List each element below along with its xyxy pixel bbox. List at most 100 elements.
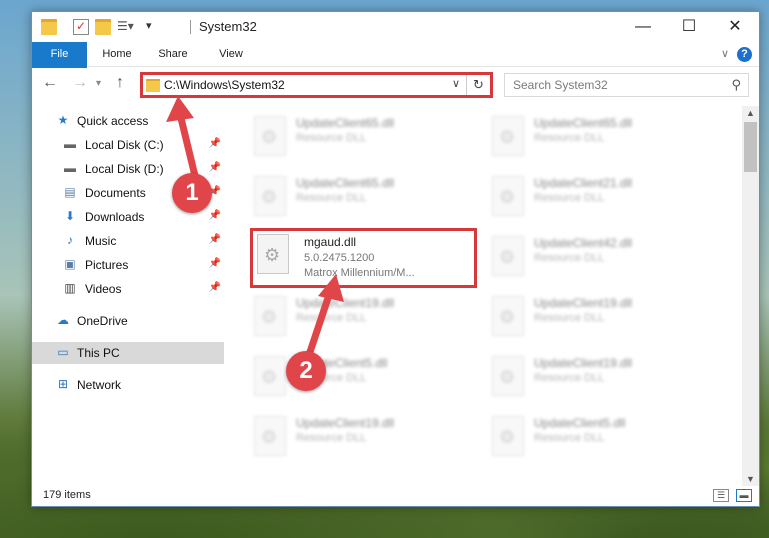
step-1-marker: 1 (172, 173, 212, 213)
tab-view[interactable]: View (208, 42, 254, 67)
scroll-down-icon[interactable]: ▼ (742, 474, 759, 484)
dll-file-icon (492, 356, 524, 396)
sidebar-item-label: This PC (77, 346, 120, 360)
chevron-down-icon[interactable]: ▾ (146, 19, 162, 35)
file-description: Resource DLL (296, 192, 367, 204)
file-name: mgaud.dll (304, 235, 357, 249)
refresh-icon[interactable]: ↻ (466, 75, 490, 95)
item-count: 179 items (43, 489, 91, 501)
list-item[interactable]: UpdateClient19.dll Resource DLL (242, 290, 462, 344)
list-item[interactable]: UpdateClient19.dll Resource DLL (480, 350, 700, 404)
up-arrow-icon[interactable]: ↑ (116, 74, 124, 92)
list-item[interactable]: UpdateClient19.dll Resource DLL (242, 410, 462, 464)
customize-toolbar-icon[interactable]: ☰▾ (117, 19, 134, 35)
details-view-icon[interactable]: ☰ (713, 489, 729, 502)
pictures-icon: ▣ (64, 257, 76, 271)
folder-icon (41, 19, 57, 35)
pin-icon[interactable]: 📌 (209, 282, 221, 293)
network-icon: ⊞ (57, 377, 69, 391)
sidebar-item-quick-access[interactable]: ★ Quick access (32, 110, 224, 132)
close-button[interactable]: ✕ (712, 12, 758, 42)
properties-icon[interactable]: ✓ (73, 19, 89, 35)
address-row: ← → ▾ ↑ C:\Windows\System32 ∨ ↻ Search S… (32, 68, 759, 102)
tab-home[interactable]: Home (94, 42, 140, 67)
list-item[interactable]: UpdateClient5.dll Resource DLL (242, 350, 462, 404)
scroll-up-icon[interactable]: ▲ (742, 108, 759, 118)
sidebar-item-network[interactable]: ⊞ Network (32, 374, 224, 396)
window-title: System32 (199, 19, 257, 34)
sidebar-item-videos[interactable]: ▥ Videos 📌 (32, 278, 224, 300)
file-name: UpdateClient5.dll (534, 416, 626, 430)
vertical-scrollbar[interactable]: ▲ ▼ (742, 106, 759, 486)
dll-file-icon (492, 296, 524, 336)
file-description: Resource DLL (534, 372, 605, 384)
pin-icon[interactable]: 📌 (209, 258, 221, 269)
status-bar: 179 items ☰ ▬ (32, 486, 759, 507)
list-item[interactable]: UpdateClient65.dll Resource DLL (242, 110, 462, 164)
address-bar[interactable]: C:\Windows\System32 ∨ ↻ (140, 72, 493, 98)
back-arrow-icon[interactable]: ← (42, 74, 58, 92)
drive-icon: ▬ (64, 161, 76, 175)
list-item[interactable]: UpdateClient21.dll Resource DLL (480, 170, 700, 224)
sidebar-item-label: Videos (85, 282, 122, 296)
file-description: Resource DLL (296, 432, 367, 444)
drive-icon: ▬ (64, 137, 76, 151)
list-item[interactable]: UpdateClient65.dll Resource DLL (242, 170, 462, 224)
star-icon: ★ (57, 113, 69, 127)
dll-file-icon (254, 176, 286, 216)
music-icon: ♪ (67, 233, 73, 247)
sidebar-item-music[interactable]: ♪ Music 📌 (32, 230, 224, 252)
sidebar-item-this-pc[interactable]: ▭ This PC (32, 342, 224, 364)
file-version: 5.0.2475.1200 (304, 252, 375, 264)
sidebar-item-label: Quick access (77, 114, 149, 128)
expand-ribbon-icon[interactable]: ∨ (721, 47, 729, 60)
chevron-down-icon[interactable]: ∨ (452, 77, 460, 90)
file-description: Resource DLL (534, 192, 605, 204)
file-description: Resource DLL (534, 132, 605, 144)
videos-icon: ▥ (64, 281, 76, 295)
list-item[interactable]: UpdateClient5.dll Resource DLL (480, 410, 700, 464)
dll-file-icon (492, 116, 524, 156)
sidebar-item-pictures[interactable]: ▣ Pictures 📌 (32, 254, 224, 276)
dll-file-icon (492, 236, 524, 276)
pin-icon[interactable]: 📌 (209, 138, 221, 149)
target-file-item[interactable]: mgaud.dll 5.0.2475.1200 Matrox Millenniu… (250, 228, 477, 288)
sidebar-item-label: Network (77, 378, 122, 392)
help-icon[interactable]: ? (737, 47, 752, 62)
forward-arrow-icon[interactable]: → (72, 74, 88, 92)
file-name: UpdateClient19.dll (296, 416, 395, 430)
file-description: Resource DLL (296, 132, 367, 144)
dll-file-icon (254, 296, 286, 336)
file-name: UpdateClient19.dll (534, 296, 633, 310)
ribbon-tabs: File Home Share View ∨ ? (32, 42, 759, 96)
new-folder-icon[interactable] (95, 19, 111, 35)
file-company: Matrox Millennium/M... (304, 267, 415, 279)
cloud-icon: ☁ (57, 313, 69, 327)
search-placeholder: Search System32 (513, 78, 608, 92)
list-item[interactable]: UpdateClient65.dll Resource DLL (480, 110, 700, 164)
title-separator (190, 20, 191, 34)
dll-file-icon (254, 116, 286, 156)
minimize-button[interactable]: — (620, 12, 666, 42)
pin-icon[interactable]: 📌 (209, 162, 221, 173)
pin-icon[interactable]: 📌 (209, 210, 221, 221)
list-item[interactable]: UpdateClient42.dll Resource DLL (480, 230, 700, 284)
dll-file-icon (254, 416, 286, 456)
search-input[interactable]: Search System32 ⚲ (504, 73, 749, 97)
documents-icon: ▤ (64, 185, 76, 199)
file-description: Resource DLL (534, 252, 605, 264)
pin-icon[interactable]: 📌 (209, 234, 221, 245)
sidebar-item-onedrive[interactable]: ☁ OneDrive (32, 310, 224, 332)
dll-file-icon (492, 416, 524, 456)
sidebar-item-label: OneDrive (77, 314, 128, 328)
search-icon: ⚲ (731, 77, 741, 92)
file-name: UpdateClient42.dll (534, 236, 633, 250)
scrollbar-thumb[interactable] (744, 122, 757, 172)
list-item[interactable]: UpdateClient19.dll Resource DLL (480, 290, 700, 344)
maximize-button[interactable]: ☐ (666, 12, 712, 42)
large-icons-view-icon[interactable]: ▬ (736, 489, 752, 502)
tab-share[interactable]: Share (150, 42, 196, 67)
address-path[interactable]: C:\Windows\System32 (164, 78, 285, 92)
sidebar-item-local-disk-c[interactable]: ▬ Local Disk (C:) 📌 (32, 134, 224, 156)
recent-locations-icon[interactable]: ▾ (96, 78, 101, 89)
